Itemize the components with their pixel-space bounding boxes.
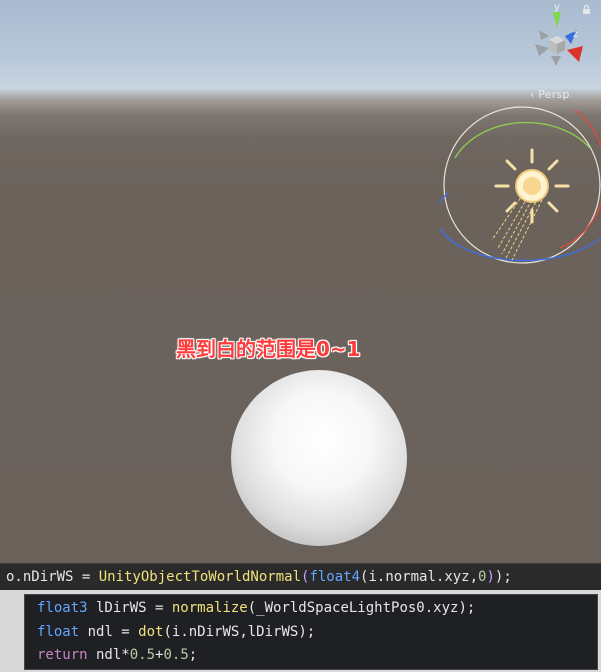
code-token: ) [486, 569, 495, 585]
lock-icon[interactable] [582, 5, 591, 14]
code-token: lDirWS = [87, 600, 172, 616]
scene-viewport[interactable]: y z ‹ Persp 黑到白的范围是0~1 [0, 0, 601, 563]
code-line-normal: o.nDirWS = UnityObjectToWorldNormal(floa… [0, 563, 601, 590]
code-token: (_WorldSpaceLightPos0.xyz); [247, 600, 476, 616]
code-token: normalize [171, 600, 248, 616]
neg-y-cone[interactable] [551, 56, 561, 66]
code-line: return ndl*0.5+0.5; [37, 644, 597, 668]
code-token: ; [188, 647, 198, 663]
code-token: float3 [37, 600, 88, 616]
x-axis-cone[interactable] [567, 46, 583, 62]
code-token: ndl = [79, 623, 139, 640]
sun-icon [494, 148, 570, 224]
lit-sphere[interactable] [231, 370, 407, 546]
directional-light-gizmo[interactable] [440, 98, 601, 278]
code-token: o.nDirWS = [6, 569, 99, 585]
z-axis-label: z [573, 29, 578, 40]
range-annotation: 黑到白的范围是0~1 [176, 337, 361, 361]
code-token: float4 [309, 569, 361, 585]
code-token: return [37, 647, 88, 663]
code-token: (i.nDirWS,lDirWS); [163, 623, 316, 640]
code-line: float ndl = dot(i.nDirWS,lDirWS); [37, 621, 597, 645]
code-token: float [37, 623, 80, 640]
code-line: float3 lDirWS = normalize(_WorldSpaceLig… [37, 597, 597, 621]
code-token: UnityObjectToWorldNormal [98, 569, 302, 585]
y-axis-cone[interactable] [553, 12, 561, 28]
code-token: 0.5 [129, 647, 156, 663]
code-token: dot [138, 623, 164, 640]
code-block-lambert: float3 lDirWS = normalize(_WorldSpaceLig… [24, 594, 598, 670]
y-axis-label: y [554, 2, 560, 13]
code-token: 0.5 [163, 647, 189, 663]
neg-z-cone[interactable] [539, 30, 549, 40]
code-token: ); [494, 569, 512, 585]
code-token: (i.normal.xyz, [360, 569, 479, 585]
neg-x-cone[interactable] [535, 44, 549, 56]
code-token: ndl* [87, 647, 130, 663]
